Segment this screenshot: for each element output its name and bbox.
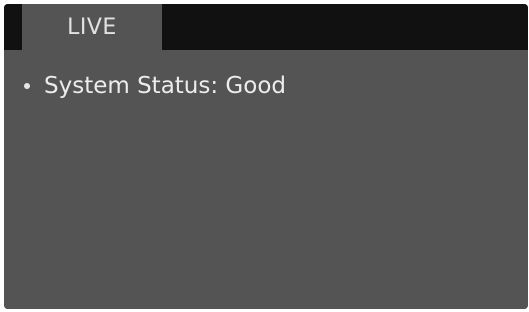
status-list: System Status: Good bbox=[24, 70, 286, 102]
live-panel-content: System Status: Good bbox=[4, 50, 528, 309]
tab-live[interactable]: LIVE bbox=[22, 4, 162, 50]
status-item-system: System Status: Good bbox=[24, 70, 286, 102]
live-panel-window: LIVE System Status: Good bbox=[4, 4, 528, 309]
tab-live-label: LIVE bbox=[67, 14, 117, 40]
tab-bar: LIVE bbox=[4, 4, 528, 50]
bullet-icon bbox=[24, 83, 30, 89]
system-status-text: System Status: Good bbox=[44, 73, 286, 99]
